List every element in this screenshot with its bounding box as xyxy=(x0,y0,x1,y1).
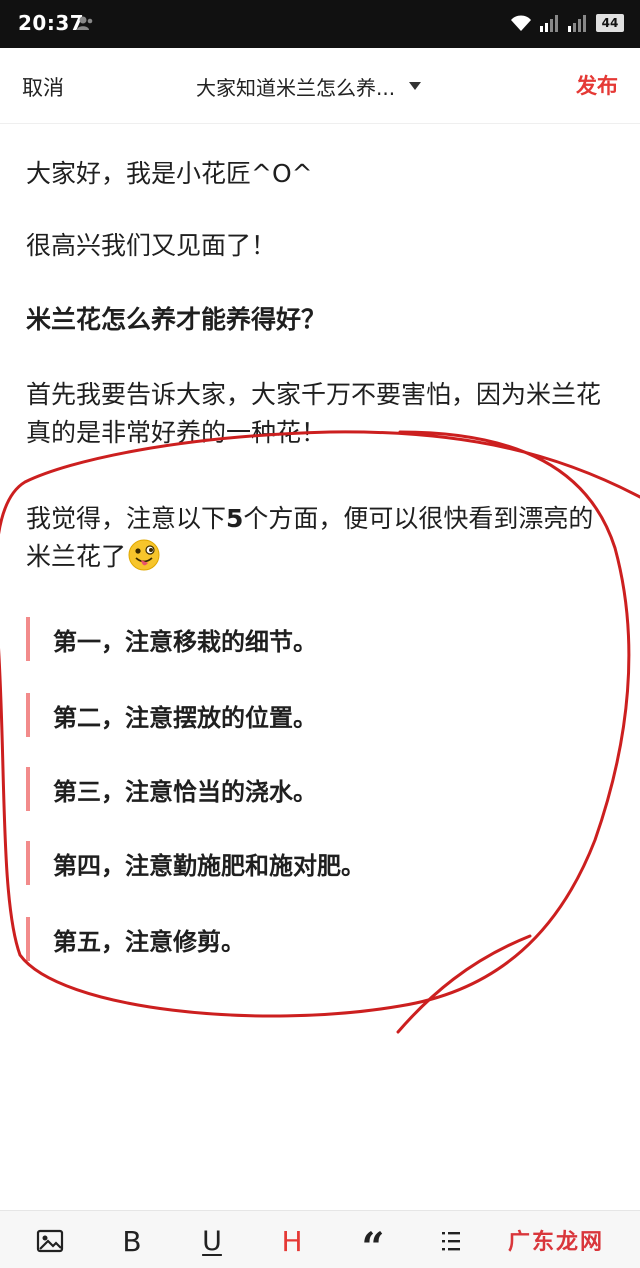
signal-icon xyxy=(540,15,558,32)
quote-item-1: 第一，注意移栽的细节。 xyxy=(26,617,616,661)
quote-item-5: 第五，注意修剪。 xyxy=(26,917,616,961)
quote-item-5-text: 第五，注意修剪。 xyxy=(53,928,245,956)
signal-icon-2 xyxy=(568,15,586,32)
quote-button[interactable]: “ xyxy=(351,1221,395,1268)
quote-item-1-text: 第一，注意移栽的细节。 xyxy=(53,628,317,656)
bold-button[interactable]: B xyxy=(110,1221,154,1261)
page-title: 大家知道米兰怎么养... xyxy=(196,75,396,100)
quote-item-4: 第四，注意勤施肥和施对肥。 xyxy=(26,841,616,885)
image-icon xyxy=(36,1229,64,1253)
underline-button[interactable]: U xyxy=(190,1221,234,1261)
heading-button[interactable]: H xyxy=(270,1221,314,1261)
list-icon xyxy=(442,1232,460,1251)
paragraph-five-before: 我觉得，注意以下 xyxy=(26,504,227,533)
watermark-text: 广东龙网 xyxy=(507,1230,604,1255)
status-time: 20:37 xyxy=(18,11,85,35)
list-button[interactable] xyxy=(430,1221,474,1261)
paragraph-heading: 米兰花怎么养才能养得好？ xyxy=(26,305,327,334)
quote-item-3: 第三，注意恰当的浇水。 xyxy=(26,767,616,811)
paragraph-intro: 首先我要告诉大家，大家千万不要害怕，因为米兰花真的是非常好养的一种花！ xyxy=(26,380,602,447)
quote-item-3-text: 第三，注意恰当的浇水。 xyxy=(53,778,317,806)
wifi-icon xyxy=(511,15,531,31)
status-icons: 44 xyxy=(510,12,624,34)
publish-button[interactable]: 发布 xyxy=(576,70,618,100)
person-status-icon xyxy=(77,16,93,30)
quote-item-2-text: 第二，注意摆放的位置。 xyxy=(53,704,317,732)
quote-item-4-text: 第四，注意勤施肥和施对肥。 xyxy=(53,852,365,880)
editor-header: 取消 大家知道米兰怎么养... 发布 xyxy=(0,48,640,124)
quote-item-2: 第二，注意摆放的位置。 xyxy=(26,693,616,737)
paragraph-welcome: 很高兴我们又见面了！ xyxy=(26,231,277,260)
chevron-down-icon xyxy=(409,82,422,90)
paragraph-greeting: 大家好，我是小花匠^O^ xyxy=(26,159,313,188)
battery-indicator: 44 xyxy=(596,14,624,32)
paragraph-five-number: 5 xyxy=(226,504,244,533)
paragraph-five-aspects: 我觉得，注意以下5个方面，便可以很快看到漂亮的米兰花了 xyxy=(26,500,616,576)
cancel-button[interactable]: 取消 xyxy=(22,72,64,102)
winking-tongue-emoji-icon xyxy=(128,539,160,571)
title-dropdown[interactable]: 大家知道米兰怎么养... xyxy=(196,72,422,100)
status-bar: 20:37 44 xyxy=(0,0,640,48)
insert-image-button[interactable] xyxy=(28,1221,72,1261)
